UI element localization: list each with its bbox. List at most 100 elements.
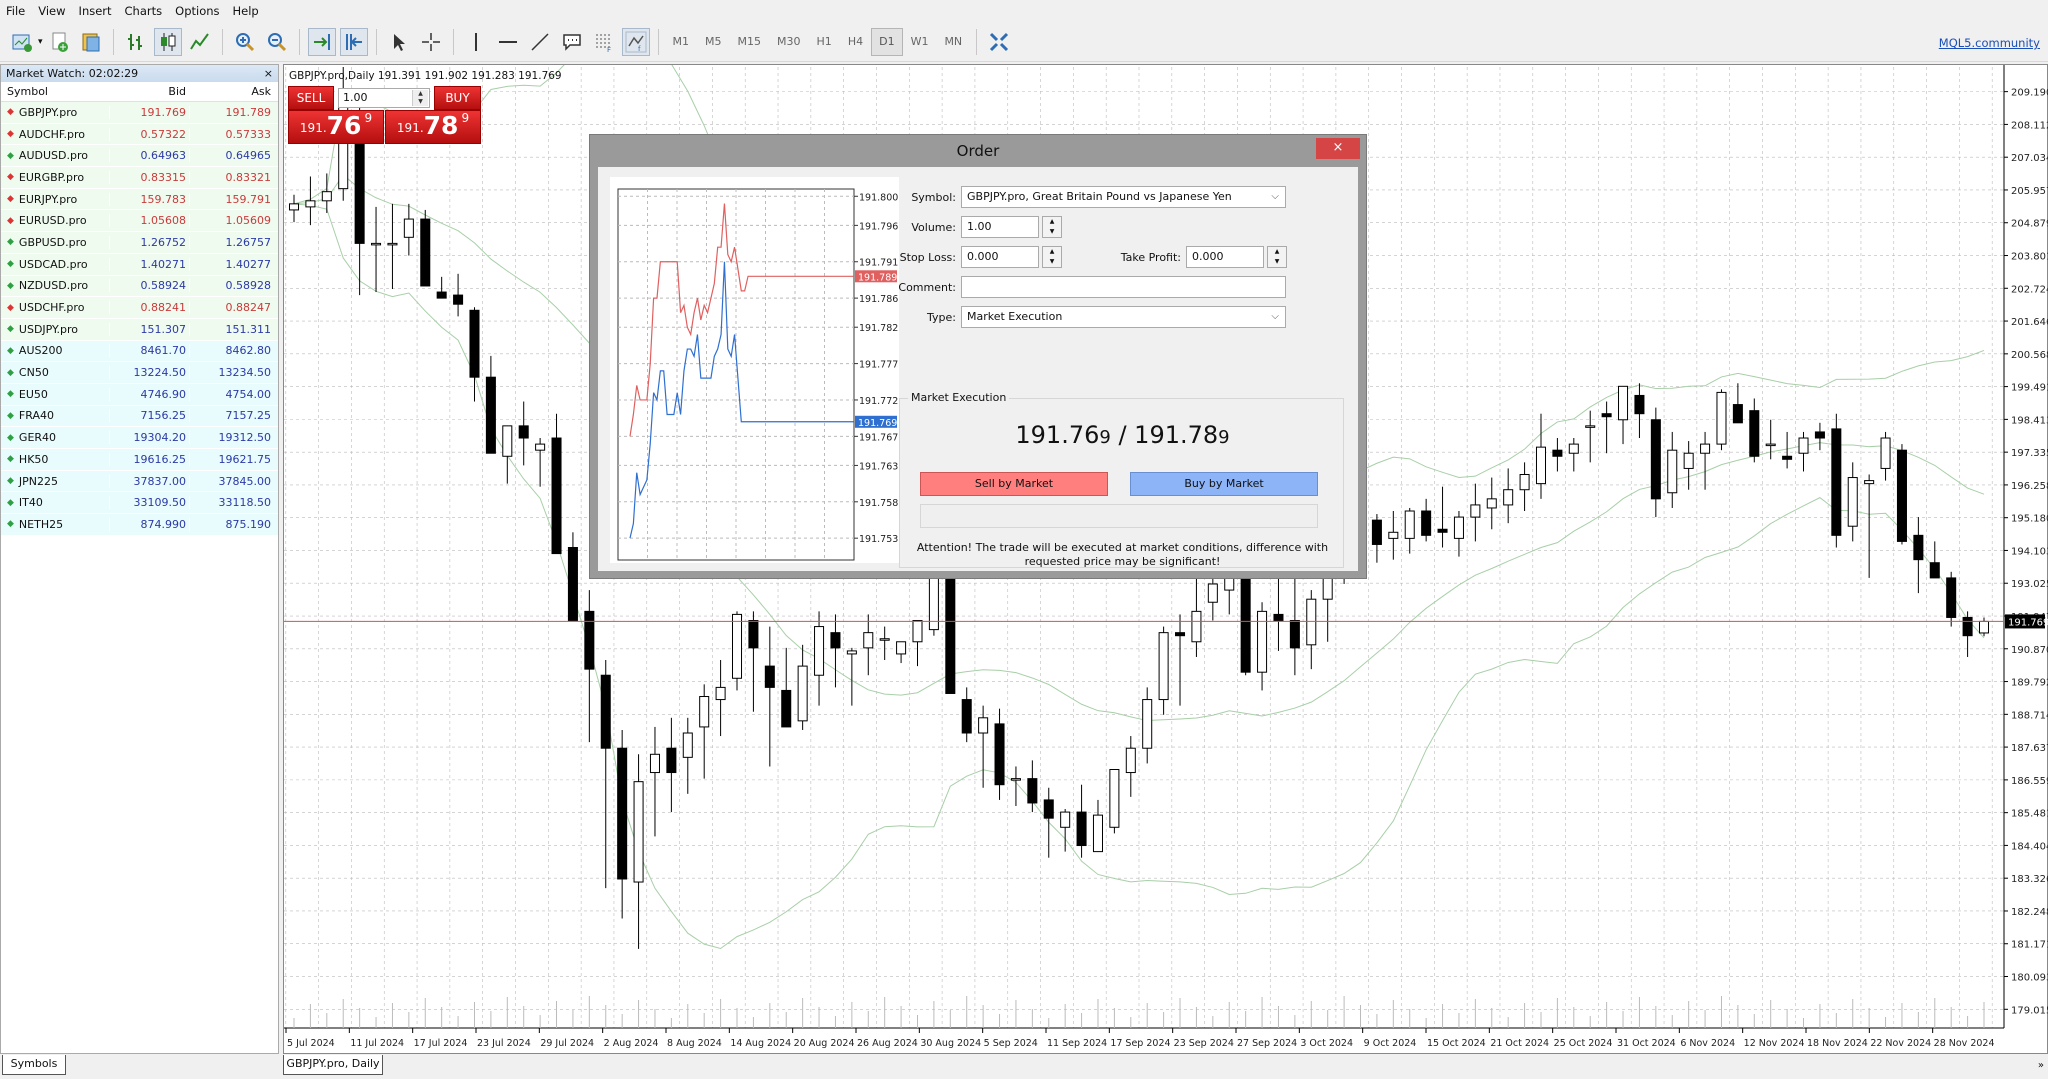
timeframe-m5[interactable]: M5 <box>697 28 730 56</box>
symbol-select[interactable]: GBPJPY.pro, Great Britain Pound vs Japan… <box>961 186 1286 208</box>
one-click-trading-panel: SELL 1.00 ▲ ▼ BUY 191.76 9 191.78 9 <box>288 86 482 146</box>
market-watch-row[interactable]: ◆ NZDUSD.pro 0.58924 0.58928 <box>1 275 278 298</box>
candle <box>879 626 890 661</box>
market-watch-row[interactable]: ◆ JPN225 37837.00 37845.00 <box>1 470 278 493</box>
menu-view[interactable]: View <box>38 4 65 18</box>
market-watch-row[interactable]: ◆ USDCAD.pro 1.40271 1.40277 <box>1 253 278 276</box>
market-watch-row[interactable]: ◆ USDCHF.pro 0.88241 0.88247 <box>1 297 278 319</box>
symbol-cell: ◆ EURGBP.pro <box>1 171 109 184</box>
menu-charts[interactable]: Charts <box>125 4 163 18</box>
one-click-sell-price[interactable]: 191.76 9 <box>288 110 384 144</box>
market-watch-row[interactable]: ◆ NETH25 874.990 875.190 <box>1 514 278 536</box>
chevron-down-icon[interactable]: ▾ <box>38 37 43 47</box>
y-tick-label: 184.404 <box>2011 841 2048 852</box>
stop-loss-input[interactable]: 0.000 ▲ ▼ <box>961 246 1062 268</box>
autoscroll-icon[interactable] <box>307 27 336 56</box>
take-profit-stepper[interactable]: ▲ ▼ <box>1267 246 1287 268</box>
menu-help[interactable]: Help <box>233 4 259 18</box>
trendline-icon[interactable] <box>526 28 554 56</box>
strategy-tester-icon[interactable] <box>77 28 105 56</box>
sell-by-market-button[interactable]: Sell by Market <box>920 472 1108 496</box>
y-tick-label: 185.481 <box>2011 809 2048 820</box>
horizontal-line-icon[interactable] <box>494 28 522 56</box>
cursor-icon[interactable] <box>385 28 413 56</box>
bid-cell: 19616.25 <box>109 452 189 466</box>
line-chart-icon[interactable] <box>186 28 214 56</box>
timeframe-m1[interactable]: M1 <box>665 28 698 56</box>
one-click-sell-button[interactable]: SELL <box>288 86 334 110</box>
column-header-ask[interactable]: Ask <box>189 85 277 98</box>
ask-cell: 4754.00 <box>189 387 277 401</box>
crosshair-icon[interactable] <box>417 28 445 56</box>
candle <box>1470 483 1481 542</box>
order-dialog-title: Order <box>956 142 1000 160</box>
comment-input[interactable] <box>961 276 1286 298</box>
y-tick-label: 179.015 <box>2011 1005 2048 1016</box>
market-watch-row[interactable]: ◆ USDJPY.pro 151.307 151.311 <box>1 318 278 341</box>
stop-loss-stepper[interactable]: ▲ ▼ <box>1042 246 1062 268</box>
market-watch-row[interactable]: ◆ AUDCHF.pro 0.57322 0.57333 <box>1 123 278 146</box>
fullscreen-icon[interactable] <box>985 28 1013 56</box>
indicators-icon[interactable]: f <box>621 27 650 56</box>
market-watch-row[interactable]: ◆ EURGBP.pro 0.83315 0.83321 <box>1 167 278 189</box>
new-chart-icon[interactable] <box>8 28 36 56</box>
timeframe-w1[interactable]: W1 <box>903 28 937 56</box>
tab-symbols[interactable]: Symbols <box>2 1055 66 1075</box>
close-icon[interactable]: × <box>1316 138 1360 159</box>
market-watch-row[interactable]: ◆ EU50 4746.90 4754.00 <box>1 383 278 406</box>
candle <box>535 438 546 487</box>
scroll-end-icon[interactable]: » <box>2038 1060 2044 1071</box>
bid-cell: 8461.70 <box>109 344 189 358</box>
tab-gbpjpy-daily[interactable]: GBPJPY.pro, Daily <box>283 1055 383 1075</box>
text-label-icon[interactable] <box>558 28 586 56</box>
take-profit-input[interactable]: 0.000 ▲ ▼ <box>1186 246 1287 268</box>
chart-shift-icon[interactable] <box>339 27 368 56</box>
market-watch-row[interactable]: ◆ EURUSD.pro 1.05608 1.05609 <box>1 210 278 233</box>
market-watch-row[interactable]: ◆ AUS200 8461.70 8462.80 <box>1 340 278 363</box>
timeframe-h4[interactable]: H4 <box>840 28 871 56</box>
close-icon[interactable]: × <box>264 67 273 80</box>
menu-insert[interactable]: Insert <box>79 4 112 18</box>
candlestick-icon[interactable] <box>153 27 182 56</box>
buy-by-market-button[interactable]: Buy by Market <box>1130 472 1318 496</box>
volume-stepper[interactable]: ▲ ▼ <box>1042 216 1062 238</box>
type-select[interactable]: Market Execution ⌵ <box>961 306 1286 328</box>
candle <box>1601 401 1612 454</box>
market-watch-row[interactable]: ◆ GBPUSD.pro 1.26752 1.26757 <box>1 232 278 254</box>
bid-cell: 37837.00 <box>109 474 189 488</box>
symbol-cell: ◆ USDCHF.pro <box>1 301 109 314</box>
zoom-in-icon[interactable] <box>231 28 259 56</box>
menu-options[interactable]: Options <box>175 4 219 18</box>
vertical-line-icon[interactable] <box>462 28 490 56</box>
timeframe-m30[interactable]: M30 <box>769 28 809 56</box>
candle <box>978 705 989 788</box>
column-header-bid[interactable]: Bid <box>109 85 189 98</box>
zoom-out-icon[interactable] <box>263 28 291 56</box>
menu-file[interactable]: File <box>6 4 25 18</box>
symbol-label: Symbol: <box>911 191 956 204</box>
volume-input[interactable]: 1.00 ▲ ▼ <box>961 216 1062 238</box>
market-watch-row[interactable]: ◆ IT40 33109.50 33118.50 <box>1 492 278 515</box>
market-watch-row[interactable]: ◆ FRA40 7156.25 7157.25 <box>1 405 278 428</box>
volume-spinner[interactable]: ▲ ▼ <box>412 90 428 106</box>
column-header-symbol[interactable]: Symbol <box>1 85 109 98</box>
y-tick-label: 190.870 <box>2011 645 2048 656</box>
market-watch-row[interactable]: ◆ AUDUSD.pro 0.64963 0.64965 <box>1 145 278 168</box>
market-watch-row[interactable]: ◆ EURJPY.pro 159.783 159.791 <box>1 188 278 211</box>
one-click-buy-button[interactable]: BUY <box>434 86 481 110</box>
symbol-cell: ◆ USDCAD.pro <box>1 258 109 271</box>
market-watch-row[interactable]: ◆ GER40 19304.20 19312.50 <box>1 427 278 449</box>
market-watch-row[interactable]: ◆ CN50 13224.50 13234.50 <box>1 362 278 384</box>
new-order-icon[interactable] <box>45 28 73 56</box>
one-click-volume-input[interactable]: 1.00 ▲ ▼ <box>338 88 430 108</box>
mql5-community-link[interactable]: MQL5.community <box>1939 36 2040 50</box>
market-watch-row[interactable]: ◆ GBPJPY.pro 191.769 191.789 <box>1 102 278 124</box>
bar-chart-icon[interactable] <box>122 28 150 56</box>
timeframe-m15[interactable]: M15 <box>730 28 770 56</box>
market-watch-row[interactable]: ◆ HK50 19616.25 19621.75 <box>1 449 278 471</box>
one-click-buy-price[interactable]: 191.78 9 <box>385 110 481 144</box>
timeframe-h1[interactable]: H1 <box>809 28 840 56</box>
timeframe-mn[interactable]: MN <box>936 28 970 56</box>
fibonacci-icon[interactable]: F <box>590 28 618 56</box>
timeframe-d1[interactable]: D1 <box>871 27 903 56</box>
